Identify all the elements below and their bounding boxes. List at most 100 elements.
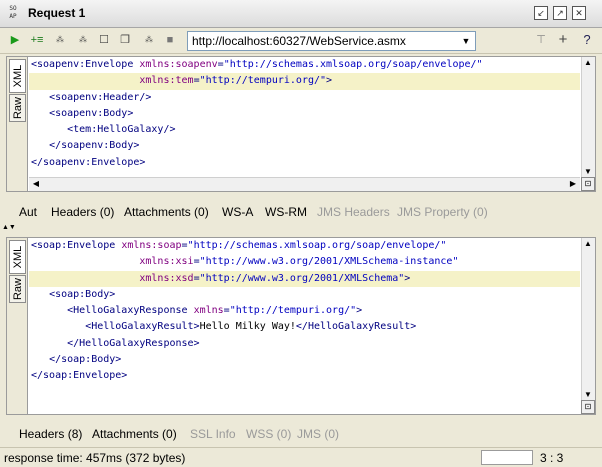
soap-icon-text-bottom: AP [9,13,17,20]
xml-line: <tem:HelloGalaxy/> [29,122,580,138]
request-xml-text[interactable]: <soapenv:Envelope xmlns:soapenv="http://… [29,57,580,177]
xml-attribute: xmlns:xsi [139,256,194,268]
xml-tag: <HelloGalaxyResponse [67,305,194,317]
request-horizontal-scrollbar[interactable]: ◀ ▶ [29,177,580,191]
xml-tag: <soap:Body> [49,288,116,300]
restore-icon[interactable]: ↗ [553,6,567,20]
xml-indent [31,124,67,135]
endpoint-url: http://localhost:60327/WebService.asmx [192,34,406,48]
request-tab-bar: Aut Headers (0) Attachments (0) WS-A WS-RM JM… [0,200,602,224]
request-raw-tab[interactable]: Raw [9,94,26,122]
zoom-icon[interactable]: ⊡ [581,177,595,191]
response-side-tabs: XML Raw [7,238,28,414]
xml-indent [31,140,49,151]
create-empty-request-icon[interactable]: ⁂ [53,33,67,47]
tab-ssl-info: SSL Info [190,427,236,441]
window-title: Request 1 [28,6,86,20]
xml-indent [31,305,67,316]
caret-position: 3 : 3 [540,451,564,465]
xml-line: <soap:Body> [29,287,580,303]
tab-ws-a[interactable]: WS-A [222,205,253,219]
tab-wss-0: WSS (0) [246,427,292,441]
xml-tag: <soapenv:Envelope [31,59,140,70]
response-vertical-scrollbar[interactable]: ▲ ▼ [581,238,595,401]
xml-tag: <tem:HelloGalaxy/> [67,124,176,136]
soap-icon-text-top: SO [9,5,17,12]
splitter-handle[interactable]: ▲▼ [2,224,16,231]
add-icon[interactable]: + [556,32,570,47]
xml-indent [31,256,139,267]
xml-indent [31,321,85,332]
response-raw-tab-label: Raw [11,277,24,301]
xml-tag: </soap:Envelope> [31,370,128,382]
status-indicator [481,450,533,465]
xml-tag: <soapenv:Body> [49,107,134,119]
xml-line: </HelloGalaxyResponse> [29,336,580,352]
status-bar: response time: 457ms (372 bytes) 3 : 3 [0,447,602,467]
scroll-left-icon[interactable]: ◀ [30,178,42,190]
xml-indent [31,338,67,349]
xml-line: <soap:Envelope xmlns:soap="http://schema… [29,238,580,254]
close-icon[interactable]: ✕ [572,6,586,20]
xml-value: "http://schemas.xmlsoap.org/soap/envelop… [187,240,447,251]
tab-headers-8[interactable]: Headers (8) [19,427,82,441]
endpoint-select[interactable]: http://localhost:60327/WebService.asmx ▼ [187,31,476,51]
tab-attachments-0[interactable]: Attachments (0) [92,427,177,441]
tab-jms-0: JMS (0) [297,427,339,441]
tab-headers-0[interactable]: Headers (0) [51,205,114,219]
xml-line: <soapenv:Header/> [29,90,580,106]
xml-line: </soapenv:Envelope> [29,155,580,171]
minimize-icon[interactable]: ↙ [534,6,548,20]
xml-line: xmlns:xsi="http://www.w3.org/2001/XMLSch… [29,254,580,270]
chevron-down-icon[interactable]: ▼ [459,33,473,49]
xml-line: </soapenv:Body> [29,138,580,154]
tab-ws-rm[interactable]: WS-RM [265,205,307,219]
recreate-request-icon[interactable]: ⁂ [76,33,90,47]
xml-text: Hello Milky Way! [199,321,296,333]
xml-line: </soap:Body> [29,352,580,368]
tab-jms-property-0: JMS Property (0) [397,205,488,219]
copy-request-icon[interactable]: ❐ [118,33,132,47]
xml-tag: </HelloGalaxyResult> [295,321,417,333]
cancel-request-icon[interactable]: ■ [163,33,177,47]
request-vertical-scrollbar[interactable]: ▲ ▼ [581,57,595,178]
tab-aut[interactable]: Aut [19,205,37,219]
edit-endpoint-icon[interactable]: ⊤ [534,33,548,47]
request-editor: XML Raw <soapenv:Envelope xmlns:soapenv=… [6,56,596,192]
tab-jms-headers: JMS Headers [317,205,390,219]
response-raw-tab[interactable]: Raw [9,275,26,303]
xml-tag: </soapenv:Body> [49,140,140,152]
scroll-right-icon[interactable]: ▶ [567,178,579,190]
xml-tag: </HelloGalaxyResponse> [67,337,200,349]
soap-icon: SO AP [4,5,22,23]
scroll-up-icon[interactable]: ▲ [582,238,594,250]
response-xml-tab-label: XML [11,245,24,269]
tab-attachments-0[interactable]: Attachments (0) [124,205,209,219]
request-toolbar: ▶ +≡ ⁂ ⁂ ☐ ❐ ⁂ ■ http://localhost:60327/… [0,28,602,54]
xml-tag: > [356,305,363,317]
zoom-icon[interactable]: ⊡ [581,400,595,414]
response-xml-text[interactable]: <soap:Envelope xmlns:soap="http://schema… [29,238,580,414]
response-xml-tab[interactable]: XML [9,240,26,274]
request-xml-tab[interactable]: XML [9,59,26,93]
xml-value: "http://schemas.xmlsoap.org/soap/envelop… [223,59,483,70]
xml-attribute: xmlns:tem [139,75,194,87]
xml-indent [31,273,139,284]
request-raw-tab-label: Raw [11,96,24,120]
run-request-icon[interactable]: ▶ [8,33,22,47]
scroll-up-icon[interactable]: ▲ [582,57,594,69]
xml-indent [31,75,139,86]
soap-request-icon[interactable]: ⁂ [142,33,156,47]
xml-indent [31,354,49,365]
add-assertion-icon[interactable]: +≡ [30,33,44,47]
response-time-text: response time: 457ms (372 bytes) [4,451,186,465]
xml-value: "http://tempuri.org/" [229,305,357,317]
help-icon[interactable]: ? [580,33,594,47]
xml-tag: <HelloGalaxyResult> [85,321,200,333]
clone-request-icon[interactable]: ☐ [97,33,111,47]
xml-line: <soapenv:Body> [29,106,580,122]
xml-attribute: xmlns:xsd [139,272,194,284]
window-title-bar: SO AP Request 1 ↙ ↗ ✕ [0,0,602,28]
xml-attribute: xmlns:soapenv [139,59,218,70]
xml-tag: > [326,75,333,87]
